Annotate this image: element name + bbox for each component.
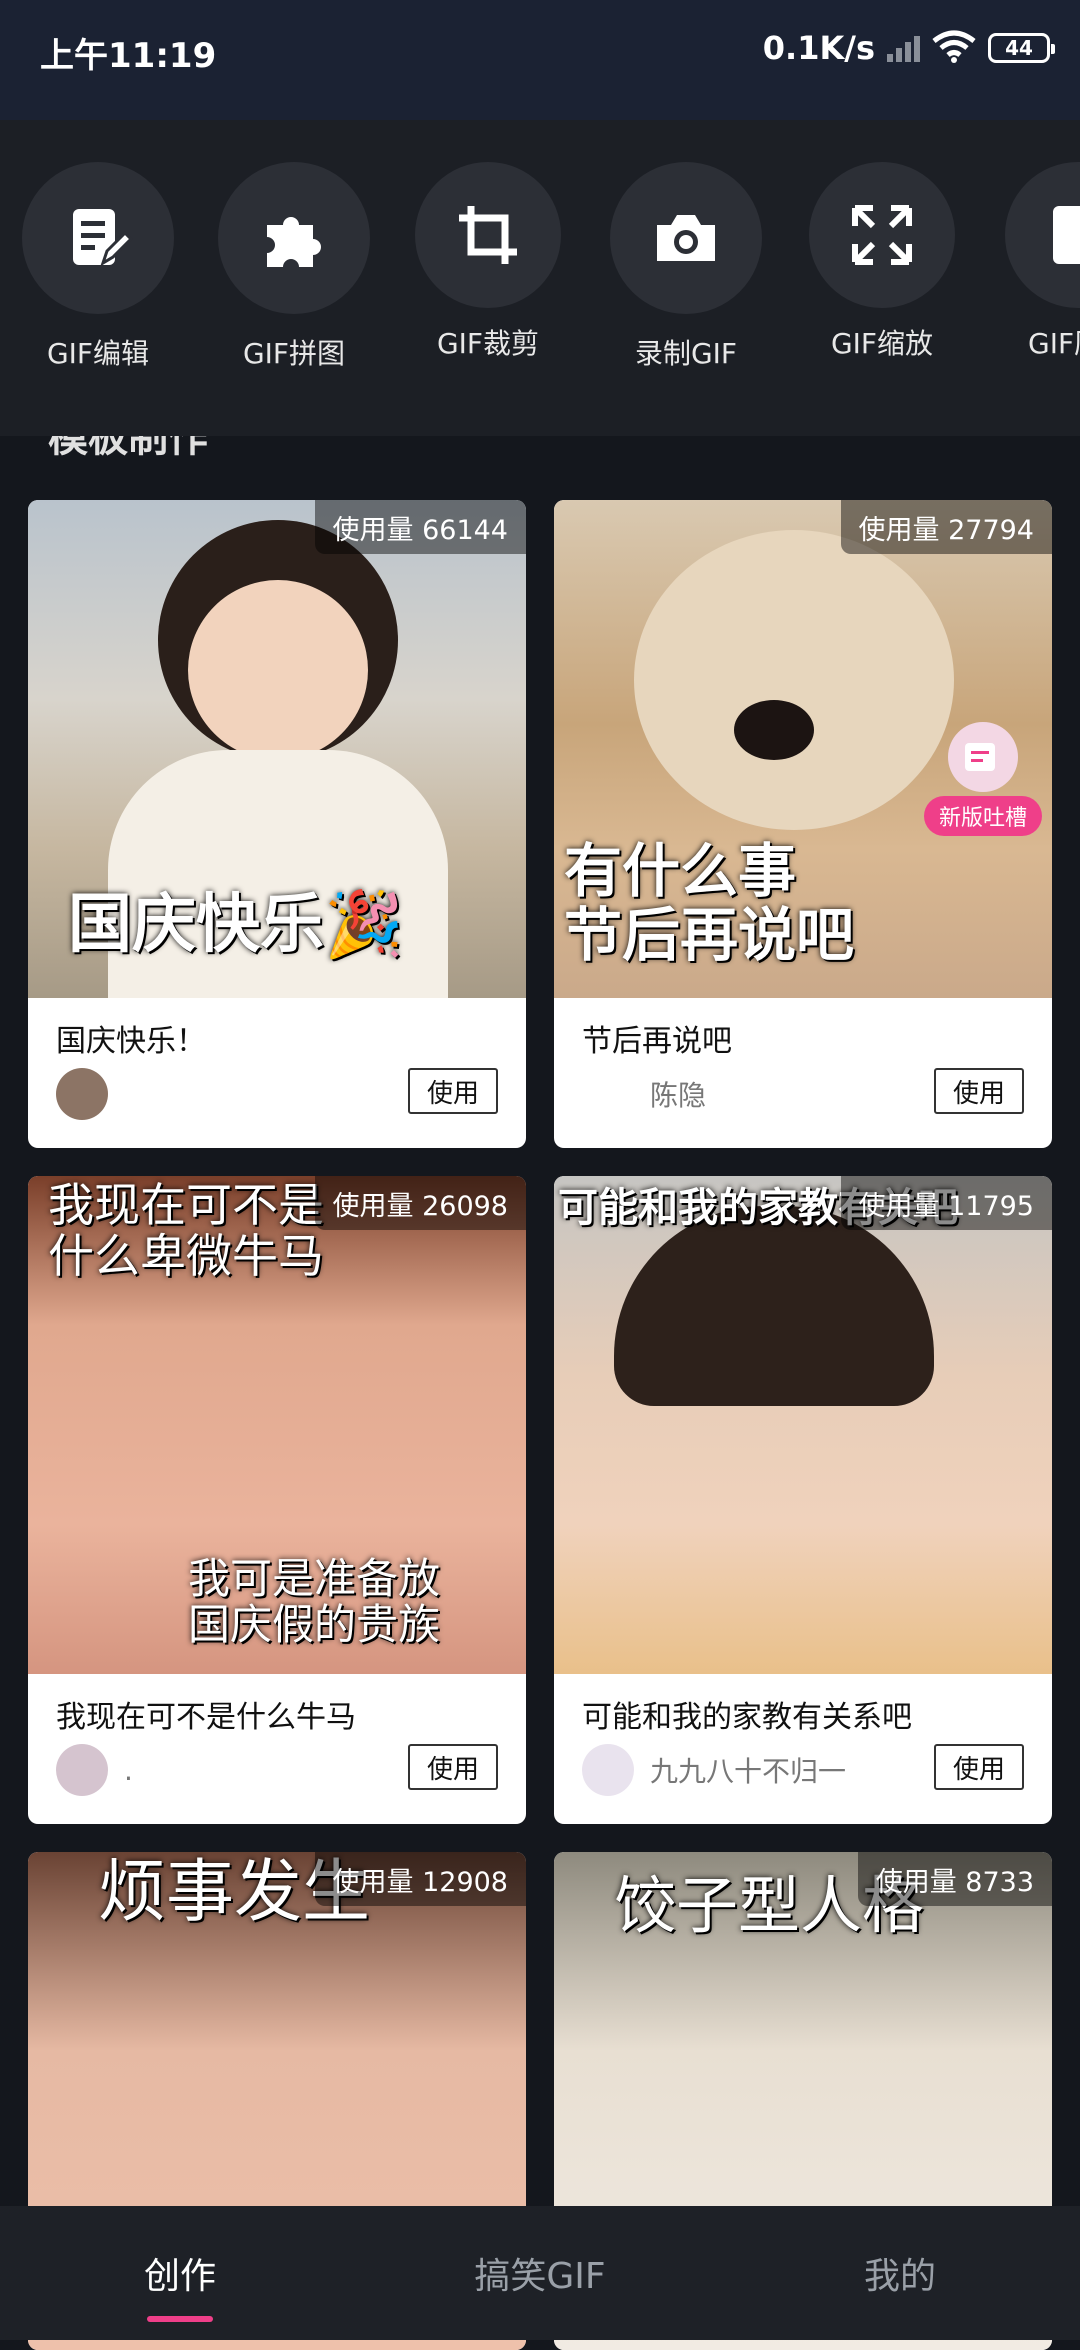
template-caption: 有什么事 节后再说吧 [564, 837, 855, 969]
tool-gif-edit[interactable]: GIF编辑 [18, 162, 178, 372]
tool-label: 录制GIF [634, 337, 738, 370]
tool-gif-history[interactable]: GIF历 [998, 162, 1080, 362]
document-icon [1053, 206, 1080, 264]
template-card[interactable]: 国庆快乐🎉 使用量 66144 国庆快乐！ 使用 [28, 500, 526, 1148]
tool-label: GIF裁剪 [436, 327, 540, 360]
usage-count: 使用量 12908 [314, 1852, 526, 1906]
usage-count: 使用量 26098 [314, 1176, 526, 1230]
use-button[interactable]: 使用 [408, 1068, 498, 1114]
tool-label: GIF编辑 [46, 337, 150, 370]
template-thumbnail: 有什么事 节后再说吧 使用量 27794 新版吐槽 [554, 500, 1052, 998]
wifi-icon [932, 29, 976, 67]
usage-count: 使用量 66144 [314, 500, 526, 554]
template-thumbnail: 国庆快乐🎉 使用量 66144 [28, 500, 526, 998]
status-right: 0.1K/s 44 [762, 26, 1055, 70]
usage-count: 使用量 8733 [857, 1852, 1052, 1906]
tool-record-gif[interactable]: 录制GIF [606, 162, 766, 372]
template-card[interactable]: 有什么事 节后再说吧 使用量 27794 新版吐槽 节后再说吧 陈隐 使用 [554, 500, 1052, 1148]
signal-icon [887, 34, 920, 62]
tool-label: GIF拼图 [242, 337, 346, 370]
use-button[interactable]: 使用 [408, 1744, 498, 1790]
edit-note-icon [965, 743, 995, 771]
template-title: 我现在可不是什么牛马 [56, 1700, 356, 1735]
template-thumbnail: 可能和我的家教有关吧 使用量 11795 [554, 1176, 1052, 1674]
template-thumbnail: 我现在可不是 什么卑微牛马 我可是准备放 国庆假的贵族 使用量 26098 [28, 1176, 526, 1674]
template-title: 节后再说吧 [582, 1024, 732, 1059]
avatar[interactable] [582, 1068, 634, 1120]
nav-create[interactable]: 创作 [0, 2206, 360, 2340]
new-feedback-badge[interactable]: 新版吐槽 [924, 722, 1042, 840]
avatar[interactable] [56, 1744, 108, 1796]
nav-funny-gif[interactable]: 搞笑GIF [360, 2206, 720, 2340]
tools-bar: GIF编辑 GIF拼图 GIF裁剪 录制GIF GIF缩放 GIF [0, 120, 1080, 436]
avatar[interactable] [56, 1068, 108, 1120]
usage-count: 使用量 27794 [840, 500, 1052, 554]
status-bar: 上午11:19 0.1K/s 44 [0, 0, 1080, 120]
template-title: 可能和我的家教有关系吧 [582, 1700, 912, 1735]
tool-gif-crop[interactable]: GIF裁剪 [408, 162, 568, 362]
network-speed: 0.1K/s [762, 29, 875, 67]
template-card[interactable]: 可能和我的家教有关吧 使用量 11795 可能和我的家教有关系吧 九九八十不归一… [554, 1176, 1052, 1824]
template-title: 国庆快乐！ [56, 1024, 206, 1059]
template-caption-secondary: 我可是准备放 国庆假的贵族 [188, 1554, 441, 1650]
badge-label: 新版吐槽 [924, 796, 1042, 836]
nav-label: 搞笑GIF [474, 2256, 606, 2297]
battery-icon: 44 [988, 33, 1055, 63]
tool-gif-scale[interactable]: GIF缩放 [802, 162, 962, 362]
usage-count: 使用量 11795 [840, 1176, 1052, 1230]
bottom-nav: 创作 搞笑GIF 我的 [0, 2206, 1080, 2340]
camera-icon [657, 215, 715, 261]
nav-mine[interactable]: 我的 [720, 2206, 1080, 2340]
crop-icon [459, 206, 517, 264]
nav-label: 创作 [143, 2256, 216, 2297]
avatar[interactable] [582, 1744, 634, 1796]
template-caption: 国庆快乐🎉 [68, 888, 404, 962]
edit-doc-icon [73, 209, 133, 267]
nav-label: 我的 [863, 2256, 936, 2297]
puzzle-icon [267, 217, 321, 267]
tool-label: GIF历 [1028, 327, 1080, 360]
template-caption: 我现在可不是 什么卑微牛马 [48, 1178, 324, 1283]
use-button[interactable]: 使用 [934, 1744, 1024, 1790]
active-indicator [147, 2316, 213, 2322]
tool-label: GIF缩放 [830, 327, 934, 360]
status-time: 上午11:19 [40, 36, 217, 76]
tool-gif-puzzle[interactable]: GIF拼图 [214, 162, 374, 372]
author-name: 陈隐 [650, 1079, 707, 1112]
author-name: 九九八十不归一 [650, 1755, 847, 1788]
expand-icon [852, 205, 912, 265]
author-name: . [124, 1753, 133, 1787]
use-button[interactable]: 使用 [934, 1068, 1024, 1114]
template-card[interactable]: 我现在可不是 什么卑微牛马 我可是准备放 国庆假的贵族 使用量 26098 我现在可… [28, 1176, 526, 1824]
